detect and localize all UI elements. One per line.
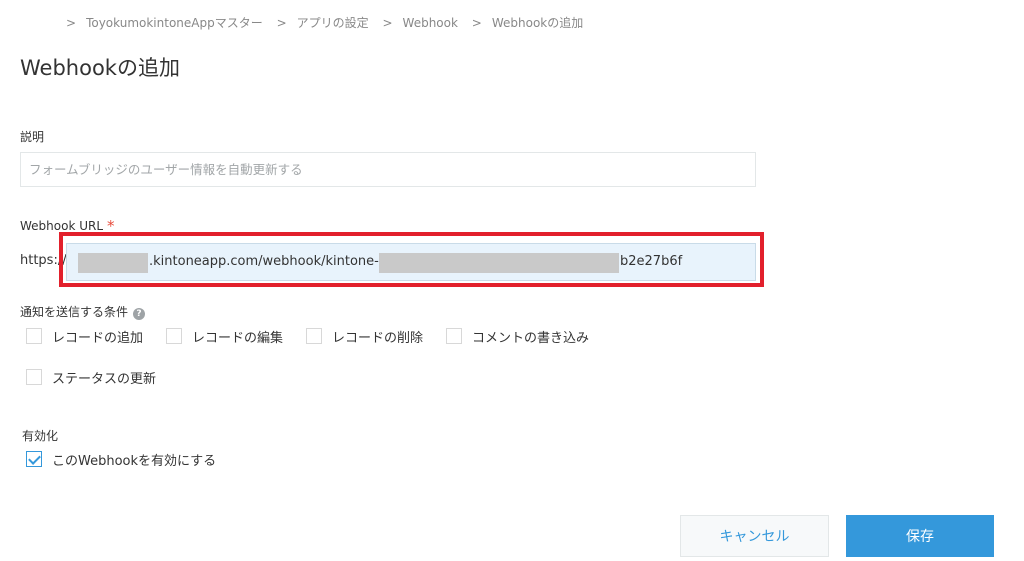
condition-label: レコードの編集 [192,330,284,346]
breadcrumb-separator: > [382,16,393,30]
breadcrumb-separator: > [276,16,287,30]
condition-status-update[interactable]: ステータスの更新 [26,368,157,387]
webhook-url-prefix: https:// [20,253,67,268]
help-icon[interactable]: ? [133,308,146,320]
condition-label: レコードの追加 [52,330,144,346]
redacted-block [78,253,148,273]
webhook-url-label: Webhook URL * [20,217,115,235]
webhook-url-text-part1: .kintoneapp.com/webhook/kintone-s [149,254,386,269]
description-label: 説明 [20,130,45,144]
description-input[interactable] [20,152,756,187]
breadcrumb-item-app[interactable]: ToyokumokintoneAppマスター [86,16,263,30]
conditions-label: 通知を送信する条件? [20,303,146,320]
redacted-block [379,253,619,273]
condition-comment-post[interactable]: コメントの書き込み [446,327,590,346]
enable-option-label: このWebhookを有効にする [52,453,217,469]
breadcrumb-item-app-settings[interactable]: アプリの設定 [297,16,369,30]
checkbox[interactable] [26,328,42,344]
checkbox[interactable] [306,328,322,344]
webhook-url-input[interactable]: .kintoneapp.com/webhook/kintone-s b2e27b… [66,243,756,281]
webhook-add-page: > ToyokumokintoneAppマスター > アプリの設定 > Webhook… [0,0,1024,561]
checkbox-checked[interactable] [26,451,42,467]
breadcrumb-separator: > [471,16,482,30]
condition-label: コメントの書き込み [472,330,590,346]
enable-webhook-option[interactable]: このWebhookを有効にする [26,450,217,469]
breadcrumb: > ToyokumokintoneAppマスター > アプリの設定 > Webhook… [66,14,593,31]
condition-record-edit[interactable]: レコードの編集 [166,327,284,346]
breadcrumb-item-current: Webhookの追加 [491,16,584,30]
enable-label: 有効化 [22,429,59,443]
condition-label: レコードの削除 [332,330,424,346]
webhook-url-label-text: Webhook URL [20,219,104,233]
condition-label: ステータスの更新 [52,371,157,387]
condition-record-delete[interactable]: レコードの削除 [306,327,424,346]
save-button[interactable]: 保存 [846,515,994,557]
page-title: Webhookの追加 [20,56,180,80]
cancel-button[interactable]: キャンセル [680,515,829,557]
webhook-url-text-part2: b2e27b6f [620,254,683,269]
checkbox[interactable] [26,369,42,385]
condition-record-add[interactable]: レコードの追加 [26,327,144,346]
checkbox[interactable] [446,328,462,344]
breadcrumb-separator: > [66,16,77,30]
conditions-label-text: 通知を送信する条件 [20,305,129,319]
required-mark: * [107,217,115,235]
checkbox[interactable] [166,328,182,344]
breadcrumb-item-webhook[interactable]: Webhook [403,16,458,30]
